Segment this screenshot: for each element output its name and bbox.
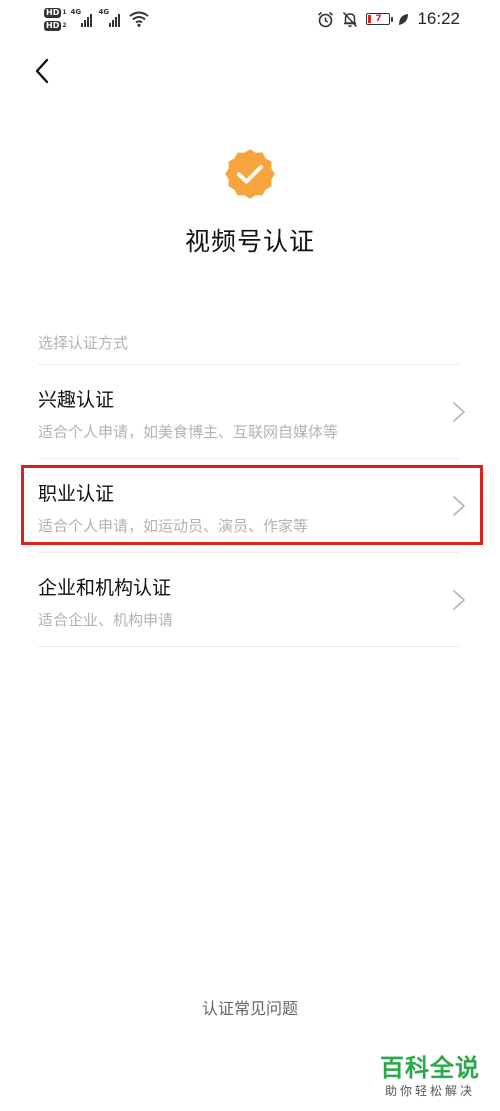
option-desc: 适合个人申请，如美食博主、互联网自媒体等 (38, 423, 339, 441)
alarm-icon (318, 11, 334, 27)
signal-icon: 4G (99, 8, 123, 27)
chevron-left-icon (35, 58, 49, 84)
option-title: 企业和机构认证 (38, 577, 172, 599)
status-bar: HD 1 HD 2 4G 4G 7 16:22 (0, 0, 500, 38)
chevron-right-icon (453, 590, 465, 610)
battery-icon: 7 (366, 13, 394, 25)
mute-icon (343, 11, 358, 27)
back-button[interactable] (26, 54, 58, 88)
watermark-subtitle: 助你轻松解决 (384, 1084, 475, 1098)
status-bar-right: 7 16:22 (317, 8, 460, 30)
hd-icon: HD 1 HD 2 (44, 7, 67, 31)
page-title: 视频号认证 (184, 227, 315, 256)
divider (38, 646, 460, 647)
option-interest-certification[interactable]: 兴趣认证 适合个人申请，如美食博主、互联网自媒体等 (0, 365, 500, 457)
wifi-icon (128, 11, 149, 27)
highlight-box (21, 465, 483, 545)
watermark-logo: 百科全说 助你轻松解决 (376, 1053, 484, 1099)
verified-badge-icon (225, 149, 275, 199)
leaf-icon (399, 13, 409, 25)
chevron-right-icon (453, 402, 465, 422)
watermark-title: 百科全说 (380, 1054, 480, 1082)
option-title: 兴趣认证 (38, 389, 115, 411)
signal-icon: 4G (71, 8, 95, 27)
faq-link[interactable]: 认证常见问题 (0, 995, 500, 1019)
option-organization-certification[interactable]: 企业和机构认证 适合企业、机构申请 (0, 553, 500, 645)
status-bar-left: HD 1 HD 2 4G 4G (44, 4, 149, 34)
option-desc: 适合企业、机构申请 (38, 611, 174, 629)
section-label: 选择认证方式 (38, 334, 129, 352)
status-time: 16:22 (417, 9, 460, 28)
